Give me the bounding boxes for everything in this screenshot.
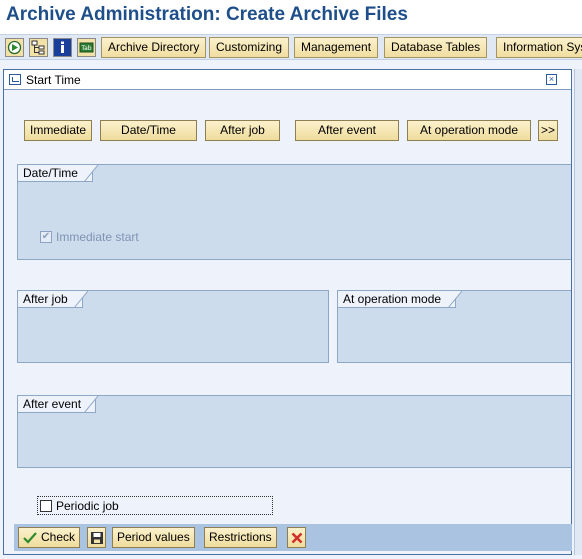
- after-job-group-title: After job: [18, 291, 83, 308]
- information-systems-button[interactable]: Information Sys: [496, 37, 582, 58]
- start-time-dialog: Start Time × Immediate Date/Time After j…: [3, 69, 572, 555]
- after-job-group: After job: [17, 290, 329, 363]
- cancel-icon[interactable]: [287, 527, 306, 548]
- customizing-button[interactable]: Customizing: [209, 37, 290, 58]
- dialog-title-bar: Start Time ×: [4, 70, 571, 90]
- hierarchy-icon[interactable]: [29, 38, 48, 57]
- periodic-job-box[interactable]: [40, 499, 52, 512]
- after-event-button[interactable]: After event: [295, 120, 399, 141]
- immediate-start-checkbox: ✔ Immediate start: [40, 230, 139, 244]
- svg-text:Tab: Tab: [80, 45, 91, 52]
- check-button[interactable]: Check: [18, 527, 81, 548]
- operation-mode-group-title: At operation mode: [338, 291, 457, 308]
- archive-directory-button[interactable]: Archive Directory: [101, 37, 207, 58]
- date-time-group-title: Date/Time: [18, 165, 93, 182]
- close-icon[interactable]: ×: [546, 74, 557, 85]
- info-icon[interactable]: [53, 38, 72, 57]
- after-event-group: After event: [17, 395, 571, 468]
- dialog-footer: Check Period values Restrictions: [14, 524, 572, 551]
- immediate-start-label: Immediate start: [56, 230, 139, 244]
- management-button[interactable]: Management: [294, 37, 379, 58]
- periodic-job-label: Periodic job: [56, 498, 119, 513]
- at-operation-mode-button[interactable]: At operation mode: [407, 120, 531, 141]
- after-job-button[interactable]: After job: [205, 120, 280, 141]
- more-options-button[interactable]: >>: [538, 120, 558, 141]
- immediate-button[interactable]: Immediate: [24, 120, 92, 141]
- page-title: Archive Administration: Create Archive F…: [6, 4, 408, 25]
- checkmark-icon: [23, 531, 37, 544]
- checkmark-icon: ✔: [40, 231, 52, 243]
- database-tables-button[interactable]: Database Tables: [384, 37, 488, 58]
- date-time-button[interactable]: Date/Time: [100, 120, 197, 141]
- app-title-bar: Archive Administration: Create Archive F…: [0, 0, 582, 34]
- tab-icon[interactable]: Tab: [77, 38, 96, 57]
- execute-icon[interactable]: [5, 38, 24, 57]
- periodic-job-checkbox[interactable]: Periodic job: [37, 496, 273, 515]
- window-scrollbar[interactable]: [574, 69, 582, 555]
- save-icon[interactable]: [87, 527, 106, 548]
- operation-mode-tab-notch: [448, 291, 462, 308]
- app-toolbar: Tab Archive Directory Customizing Manage…: [0, 34, 582, 60]
- dialog-icon: [9, 74, 21, 85]
- operation-mode-group: At operation mode: [337, 290, 571, 363]
- dialog-title: Start Time: [26, 73, 81, 87]
- check-label: Check: [41, 530, 76, 544]
- period-values-button[interactable]: Period values: [112, 527, 195, 548]
- date-time-group: Date/Time ✔ Immediate start: [17, 164, 571, 260]
- after-event-tab-notch: [84, 396, 98, 413]
- after-job-tab-notch: [74, 291, 88, 308]
- restrictions-button[interactable]: Restrictions: [204, 527, 277, 548]
- date-time-tab-notch: [84, 165, 98, 182]
